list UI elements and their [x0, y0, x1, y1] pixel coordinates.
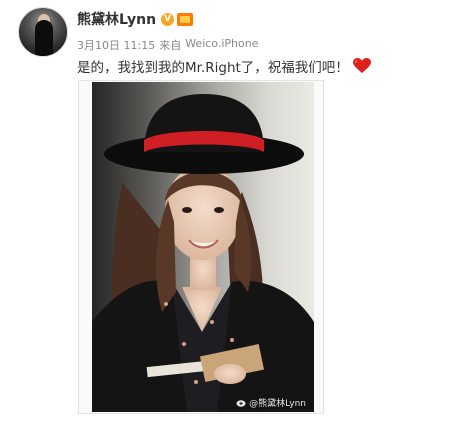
- post-text-row: 是的，我找到我的Mr.Right了，祝福我们吧！: [77, 56, 371, 76]
- watermark-text: @熊黛林Lynn: [249, 399, 306, 409]
- weibo-post: 熊黛林Lynn V 3月10日 11:15 来自 Weico.iPhone 是的…: [0, 0, 463, 430]
- photo-watermark: @熊黛林Lynn: [236, 396, 306, 409]
- avatar-figure: [35, 20, 53, 56]
- weibo-logo-icon: [236, 400, 246, 407]
- post-photo[interactable]: @熊黛林Lynn: [92, 82, 314, 412]
- post-meta: 3月10日 11:15 来自 Weico.iPhone: [77, 37, 258, 53]
- name-row: 熊黛林Lynn V: [77, 9, 194, 29]
- avatar[interactable]: [18, 7, 68, 57]
- heart-icon: [352, 58, 371, 74]
- photo-illustration: [92, 82, 314, 412]
- post-text: 是的，我找到我的Mr.Right了，祝福我们吧！: [77, 60, 349, 76]
- post-date[interactable]: 3月10日 11:15: [77, 37, 155, 53]
- user-name[interactable]: 熊黛林Lynn: [77, 9, 156, 29]
- source-prefix: 来自: [159, 39, 182, 52]
- verified-icon[interactable]: V: [161, 12, 175, 26]
- member-level-icon[interactable]: [177, 12, 194, 26]
- post-source[interactable]: Weico.iPhone: [185, 37, 258, 53]
